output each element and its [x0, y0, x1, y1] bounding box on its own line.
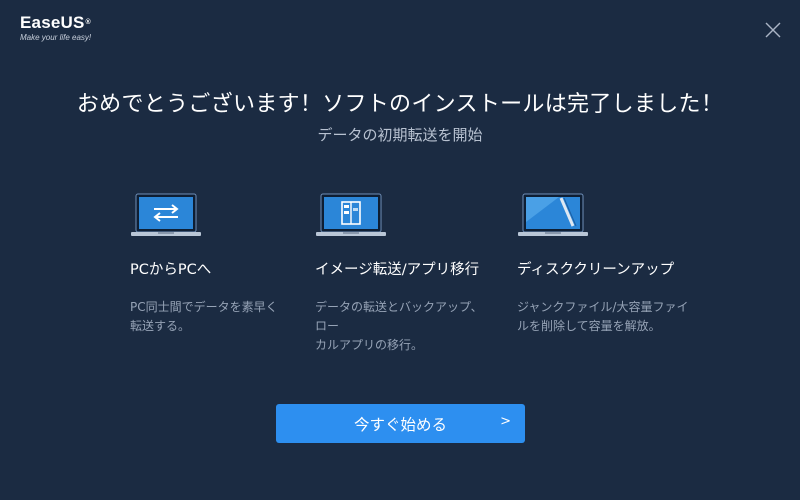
- feature-description: PC同士間でデータを素早く 転送する。: [130, 300, 278, 333]
- feature-pc-to-pc: PCからPCへ PC同士間でデータを素早く 転送する。: [130, 192, 320, 336]
- page-subtitle: データの初期転送を開始: [317, 126, 483, 144]
- feature-disk-cleanup: ディスククリーンアップ ジャンクファイル/大容量ファイ ルを削除して容量を解放。: [517, 192, 707, 336]
- page-title: おめでとうございます！ソフトのインストールは完了しました！: [76, 92, 724, 117]
- start-button-label: 今すぐ始める: [353, 415, 447, 434]
- laptop-cleanup-icon: [518, 193, 588, 236]
- feature-title: ディスククリーンアップ: [517, 262, 675, 278]
- brand-tagline: Make your life easy!: [20, 33, 92, 42]
- brand-logo: EaseUS® Make your life easy!: [20, 13, 92, 43]
- laptop-transfer-icon: [131, 193, 201, 236]
- feature-image-transfer: イメージ転送/アプリ移行 データの転送とバックアップ、ロー カルアプリの移行。: [315, 192, 505, 355]
- close-icon[interactable]: [764, 21, 782, 39]
- feature-title: イメージ転送/アプリ移行: [315, 262, 480, 278]
- feature-description: データの転送とバックアップ、ロー カルアプリの移行。: [315, 300, 483, 352]
- chevron-right-icon: >: [500, 414, 511, 429]
- feature-title: PCからPCへ: [130, 262, 212, 278]
- start-now-button[interactable]: 今すぐ始める >: [276, 404, 525, 443]
- brand-name: EaseUS®: [20, 13, 91, 32]
- feature-description: ジャンクファイル/大容量ファイ ルを削除して容量を解放。: [517, 300, 689, 333]
- laptop-backup-icon: [316, 193, 386, 236]
